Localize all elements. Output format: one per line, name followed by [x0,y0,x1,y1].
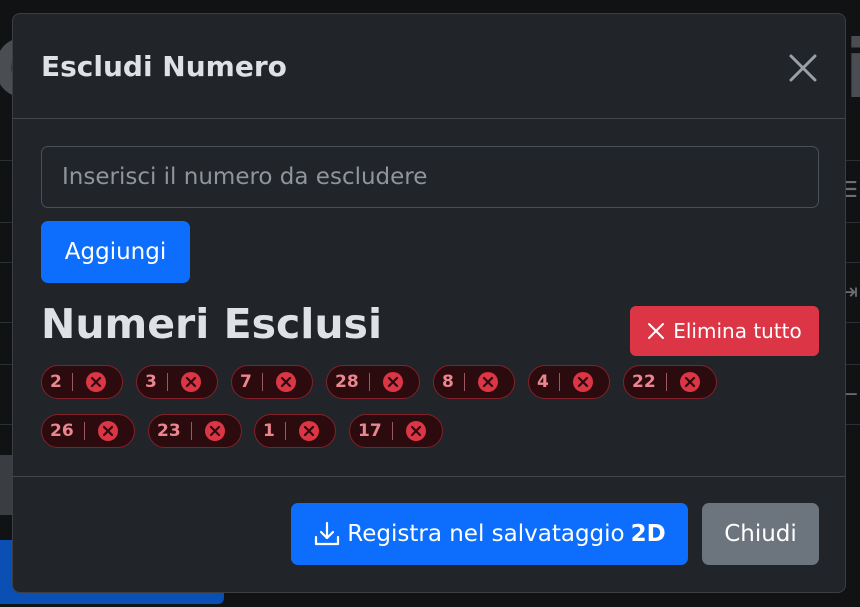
excluded-number-value: 1 [263,421,275,441]
excluded-number-chip: 23 [148,414,242,448]
circle-x-icon[interactable] [298,420,320,442]
circle-x-icon[interactable] [180,371,202,393]
add-button[interactable]: Aggiungi [41,221,190,283]
save-label-bold: 2D [630,521,666,547]
excluded-number-chip: 17 [349,414,443,448]
excluded-number-chip: 22 [623,365,717,399]
excluded-number-value: 28 [335,372,359,392]
circle-x-icon[interactable] [679,371,701,393]
excluded-number-chip: 8 [433,365,515,399]
excluded-number-value: 8 [442,372,454,392]
excluded-number-chip: 28 [326,365,420,399]
excluded-number-value: 26 [50,421,74,441]
circle-x-icon[interactable] [85,371,107,393]
clear-all-label: Elimina tutto [673,319,802,343]
excluded-number-chip: 1 [254,414,336,448]
clear-all-button[interactable]: Elimina tutto [630,306,819,356]
modal-footer: Registra nel salvataggio 2D Chiudi [13,476,845,593]
circle-x-icon[interactable] [97,420,119,442]
excluded-number-value: 3 [145,372,157,392]
save-to-2d-button[interactable]: Registra nel salvataggio 2D [291,503,688,565]
excluded-number-value: 4 [537,372,549,392]
close-icon [789,54,817,82]
excluded-number-chip: 26 [41,414,135,448]
circle-x-icon[interactable] [405,420,427,442]
excluded-number-value: 7 [240,372,252,392]
exclude-number-input[interactable] [41,146,819,208]
circle-x-icon[interactable] [275,371,297,393]
excluded-number-chip: 2 [41,365,123,399]
save-label: Registra nel salvataggio [347,521,625,547]
excluded-numbers-title: Numeri Esclusi [41,300,382,348]
modal-header: Escludi Numero [13,14,845,119]
close-button[interactable]: Chiudi [702,503,819,565]
circle-x-icon[interactable] [204,420,226,442]
excluded-number-chip: 7 [231,365,313,399]
excluded-number-chip: 3 [136,365,218,399]
circle-x-icon[interactable] [382,371,404,393]
download-icon [315,521,340,546]
modal-close-button[interactable] [785,50,821,86]
background-heading-fragment-right: i [844,23,860,116]
circle-x-icon[interactable] [477,371,499,393]
excluded-number-chip: 4 [528,365,610,399]
excluded-number-value: 17 [358,421,382,441]
excluded-number-value: 2 [50,372,62,392]
close-icon [648,323,665,339]
circle-x-icon[interactable] [572,371,594,393]
exclude-number-modal: Escludi Numero Aggiungi Numeri Esclusi E… [12,13,846,593]
excluded-number-value: 22 [632,372,656,392]
excluded-number-value: 23 [157,421,181,441]
modal-title: Escludi Numero [41,50,287,83]
